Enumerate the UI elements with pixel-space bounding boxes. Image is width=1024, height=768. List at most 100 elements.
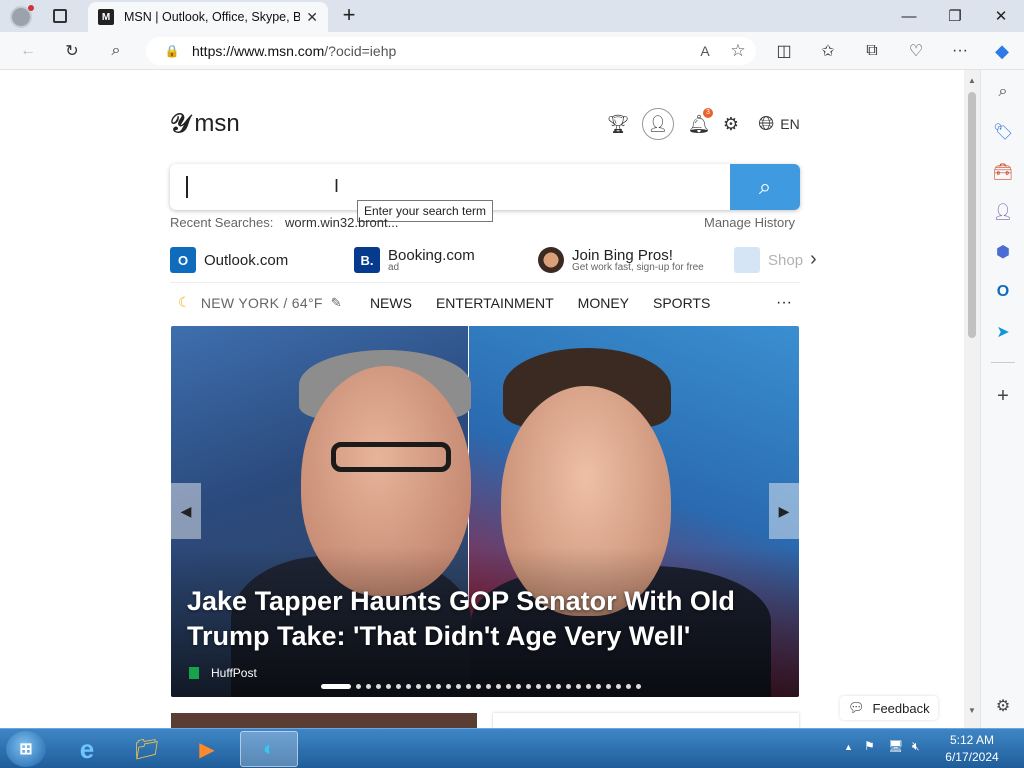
- read-aloud-icon[interactable]: A: [690, 43, 720, 59]
- manage-history-link[interactable]: Manage History: [704, 215, 795, 230]
- back-button[interactable]: ←: [14, 38, 42, 64]
- settings-gear-icon[interactable]: ⚙: [720, 110, 742, 138]
- carousel-dot[interactable]: [466, 684, 471, 689]
- sidebar-settings-icon[interactable]: ⚙: [991, 694, 1015, 718]
- carousel-dot[interactable]: [626, 684, 631, 689]
- carousel-dot[interactable]: [436, 684, 441, 689]
- nav-news[interactable]: NEWS: [370, 295, 412, 311]
- tab-close-icon[interactable]: ✕: [306, 9, 318, 26]
- favorites-icon[interactable]: ✩: [814, 38, 842, 64]
- carousel-dot[interactable]: [386, 684, 391, 689]
- search-button[interactable]: ⌕: [730, 164, 800, 210]
- carousel-dot[interactable]: [426, 684, 431, 689]
- tab-msn[interactable]: M MSN | Outlook, Office, Skype, Bi ✕: [88, 2, 328, 32]
- carousel-dot[interactable]: [396, 684, 401, 689]
- feedback-button[interactable]: 💬︎ Feedback: [840, 696, 938, 720]
- new-tab-button[interactable]: +: [338, 4, 360, 26]
- sidebar-shopping-tag-icon[interactable]: 🏷︎: [991, 120, 1015, 144]
- nav-more-icon[interactable]: ···: [776, 294, 792, 312]
- url-text[interactable]: https://www.msn.com/?ocid=iehp: [192, 43, 690, 59]
- carousel-next-button[interactable]: ▶: [769, 483, 799, 539]
- tab-actions-icon[interactable]: [53, 9, 67, 23]
- carousel-dot[interactable]: [496, 684, 501, 689]
- hero-headline[interactable]: Jake Tapper Haunts GOP Senator With Old …: [187, 584, 767, 654]
- taskbar-clock[interactable]: 5:12 AM 6/17/2024: [932, 732, 1012, 766]
- settings-more-icon[interactable]: ···: [946, 38, 974, 64]
- sidebar-add-icon[interactable]: +: [991, 384, 1015, 408]
- favorite-star-icon[interactable]: ☆: [720, 41, 756, 61]
- carousel-dot[interactable]: [486, 684, 491, 689]
- carousel-dot[interactable]: [616, 684, 621, 689]
- hero-source[interactable]: HuffPost: [189, 666, 257, 680]
- sidebar-office-icon[interactable]: ⬢: [991, 240, 1015, 264]
- tray-show-hidden-icon[interactable]: ▲: [844, 742, 853, 752]
- quick-link-booking[interactable]: B. Booking.com ad: [354, 242, 475, 278]
- carousel-dot[interactable]: [416, 684, 421, 689]
- taskbar-file-explorer[interactable]: 📁︎: [118, 731, 176, 767]
- carousel-dots[interactable]: [321, 684, 646, 689]
- carousel-dot[interactable]: [536, 684, 541, 689]
- carousel-dot[interactable]: [606, 684, 611, 689]
- carousel-dot[interactable]: [516, 684, 521, 689]
- recent-search-item[interactable]: worm.win32.bront...: [285, 215, 398, 230]
- sidebar-search-icon[interactable]: ⌕: [991, 80, 1015, 104]
- news-card-peek-left[interactable]: [171, 713, 477, 728]
- scroll-up-icon[interactable]: ▲: [968, 76, 976, 85]
- carousel-dot[interactable]: [546, 684, 551, 689]
- nav-money[interactable]: MONEY: [578, 295, 629, 311]
- edit-pencil-icon[interactable]: ✎: [331, 295, 342, 311]
- scroll-thumb[interactable]: [968, 92, 976, 338]
- refresh-button[interactable]: ↻: [58, 38, 86, 64]
- carousel-dot[interactable]: [366, 684, 371, 689]
- taskbar-media-player[interactable]: ▶: [178, 731, 236, 767]
- split-screen-icon[interactable]: ◫: [770, 38, 798, 64]
- language-selector[interactable]: 🌐︎ EN: [754, 110, 804, 138]
- weather-widget[interactable]: ☾ NEW YORK / 64°F ✎: [178, 294, 342, 311]
- start-button[interactable]: ⊞: [6, 731, 46, 767]
- carousel-dot[interactable]: [526, 684, 531, 689]
- carousel-dot[interactable]: [576, 684, 581, 689]
- rewards-trophy-icon[interactable]: 🏆︎: [606, 110, 630, 138]
- carousel-dot[interactable]: [636, 684, 641, 689]
- nav-entertainment[interactable]: ENTERTAINMENT: [436, 295, 554, 311]
- quick-link-outlook[interactable]: O Outlook.com: [170, 242, 288, 278]
- sidebar-outlook-icon[interactable]: O: [991, 280, 1015, 304]
- carousel-dot[interactable]: [406, 684, 411, 689]
- carousel-dot[interactable]: [596, 684, 601, 689]
- carousel-prev-button[interactable]: ◀: [171, 483, 201, 539]
- scroll-down-icon[interactable]: ▼: [968, 706, 976, 715]
- msn-logo[interactable]: 𝒴 msn: [170, 108, 240, 140]
- sidebar-send-icon[interactable]: ➤: [991, 320, 1015, 344]
- tray-flag-icon[interactable]: ⚑: [864, 739, 875, 753]
- carousel-dot[interactable]: [586, 684, 591, 689]
- quick-link-shop[interactable]: Shop: [734, 242, 803, 278]
- carousel-dot[interactable]: [566, 684, 571, 689]
- taskbar-edge[interactable]: ◐: [240, 731, 298, 767]
- hero-carousel[interactable]: Jake Tapper Haunts GOP Senator With Old …: [171, 326, 799, 697]
- copilot-icon[interactable]: ◆: [988, 38, 1016, 64]
- carousel-dot[interactable]: [506, 684, 511, 689]
- close-window-button[interactable]: ✕: [978, 0, 1024, 32]
- nav-sports[interactable]: SPORTS: [653, 295, 710, 311]
- sidebar-tools-icon[interactable]: 🧰︎: [991, 160, 1015, 184]
- page-scrollbar[interactable]: ▲ ▼: [964, 70, 980, 728]
- tray-network-icon[interactable]: 🖥︎: [888, 739, 903, 753]
- carousel-dot[interactable]: [446, 684, 451, 689]
- address-bar[interactable]: 🔒 https://www.msn.com/?ocid=iehp A ☆: [146, 37, 756, 65]
- restore-button[interactable]: ❐: [932, 0, 978, 32]
- tray-volume-muted-icon[interactable]: 🔇︎: [912, 739, 920, 754]
- news-card-peek-right[interactable]: [493, 713, 799, 728]
- lock-icon[interactable]: 🔒: [158, 44, 186, 58]
- carousel-dot[interactable]: [356, 684, 361, 689]
- sidebar-games-icon[interactable]: 👤︎: [991, 200, 1015, 224]
- quick-link-bing-pros[interactable]: Join Bing Pros! Get work fast, sign-up fo…: [538, 242, 704, 278]
- carousel-dot[interactable]: [456, 684, 461, 689]
- search-icon[interactable]: ⌕: [102, 38, 130, 64]
- quick-links-next-icon[interactable]: ›: [810, 248, 817, 271]
- browser-essentials-icon[interactable]: ♡: [902, 38, 930, 64]
- taskbar-internet-explorer[interactable]: e: [58, 731, 116, 767]
- carousel-dot[interactable]: [376, 684, 381, 689]
- carousel-dot[interactable]: [321, 684, 351, 689]
- carousel-dot[interactable]: [556, 684, 561, 689]
- minimize-button[interactable]: —: [886, 0, 932, 32]
